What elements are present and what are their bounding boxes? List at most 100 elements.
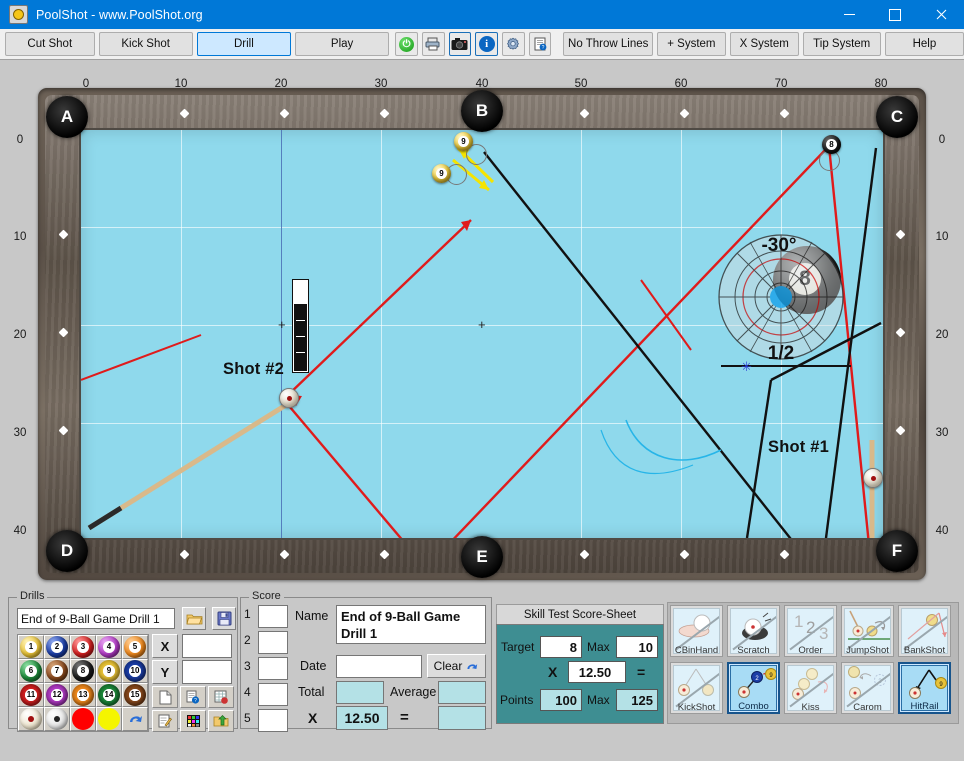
ball-1[interactable]: 1 bbox=[18, 635, 44, 659]
ball-13[interactable]: 13 bbox=[70, 683, 96, 707]
y-coord-input[interactable] bbox=[182, 660, 232, 684]
pool-table[interactable]: + + 9 9 8 -30° 1/2 ✳ Shot #2 Shot #1 A B… bbox=[38, 88, 926, 580]
eight-ball-corner[interactable]: 8 bbox=[822, 135, 841, 154]
target-max-input[interactable]: 10 bbox=[616, 636, 658, 658]
print-icon[interactable] bbox=[421, 32, 445, 56]
no-throw-lines-label: No Throw Lines bbox=[568, 38, 649, 50]
x-coord-input[interactable] bbox=[182, 634, 232, 658]
drill-name-input[interactable]: End of 9-Ball Game Drill 1 bbox=[17, 608, 175, 629]
date-input[interactable] bbox=[336, 655, 422, 678]
camera-icon[interactable] bbox=[448, 32, 472, 56]
tab-kick-shot[interactable]: Kick Shot bbox=[98, 32, 193, 56]
target-input[interactable]: 8 bbox=[540, 636, 582, 658]
red-spot-swatch[interactable] bbox=[70, 707, 96, 731]
edit-note-icon[interactable] bbox=[152, 710, 178, 732]
aim-wheel-overlay[interactable]: -30° 1/2 ✳ bbox=[701, 225, 861, 375]
minimize-button[interactable] bbox=[826, 0, 872, 29]
tab-play[interactable]: Play bbox=[295, 32, 390, 56]
cb-in-hand-button[interactable]: CBinHand bbox=[670, 605, 723, 657]
tab-drill[interactable]: Drill bbox=[196, 32, 291, 56]
main-toolbar: Cut Shot Kick Shot Drill Play ⏻ i ? No T… bbox=[0, 29, 964, 60]
x-system-button[interactable]: X System bbox=[729, 32, 799, 56]
maximize-button[interactable] bbox=[872, 0, 918, 29]
yellow-spot-swatch[interactable] bbox=[96, 707, 122, 731]
folder-open-icon[interactable] bbox=[182, 607, 206, 630]
clear-button[interactable]: Clear bbox=[427, 654, 486, 678]
ball-3[interactable]: 3 bbox=[70, 635, 96, 659]
help-document-icon[interactable]: ? bbox=[528, 32, 552, 56]
pocket-e[interactable]: E bbox=[461, 536, 503, 578]
pocket-a[interactable]: A bbox=[46, 96, 88, 138]
folder-export-icon[interactable] bbox=[208, 710, 234, 732]
help-button[interactable]: Help bbox=[884, 32, 964, 56]
table-report-icon[interactable] bbox=[208, 686, 234, 708]
ball-11[interactable]: 11 bbox=[18, 683, 44, 707]
shot-1-label: Shot #1 bbox=[768, 438, 829, 456]
ghost-ball-swatch[interactable] bbox=[44, 707, 70, 731]
combo-button[interactable]: 29 Combo bbox=[727, 662, 780, 714]
cue-ball-shot-1[interactable] bbox=[863, 468, 883, 488]
no-throw-lines-button[interactable]: No Throw Lines bbox=[563, 32, 653, 56]
ball-palette[interactable]: 1 2 3 4 5 6 7 8 9 10 11 12 13 14 15 bbox=[17, 634, 149, 732]
carom-button[interactable]: 3 Carom bbox=[841, 662, 894, 714]
score-multiply-label: X bbox=[308, 710, 318, 726]
tab-kick-shot-label: Kick Shot bbox=[121, 38, 170, 50]
bank-shot-button[interactable]: BankShot bbox=[898, 605, 951, 657]
english-spin-bar[interactable] bbox=[292, 279, 309, 373]
target-label: Target bbox=[501, 640, 535, 654]
score-multiplier-input[interactable]: 12.50 bbox=[336, 706, 388, 730]
help-page-icon[interactable]: ? bbox=[180, 686, 206, 708]
hit-rail-button[interactable]: 9 HitRail bbox=[898, 662, 951, 714]
bank-shot-label: BankShot bbox=[903, 644, 946, 656]
score-row-3-input[interactable] bbox=[258, 657, 288, 680]
tab-play-label: Play bbox=[330, 38, 354, 50]
kick-shot-button[interactable]: KickShot bbox=[670, 662, 723, 714]
cyan-helper-path-2 bbox=[600, 429, 694, 475]
ball-4[interactable]: 4 bbox=[96, 635, 122, 659]
ball-15[interactable]: 15 bbox=[122, 683, 148, 707]
info-icon[interactable]: i bbox=[475, 32, 499, 56]
pocket-c[interactable]: C bbox=[876, 96, 918, 138]
score-row-5-input[interactable] bbox=[258, 709, 288, 732]
ball-10[interactable]: 10 bbox=[122, 659, 148, 683]
order-button[interactable]: 123 Order bbox=[784, 605, 837, 657]
pocket-b[interactable]: B bbox=[461, 90, 503, 132]
tip-system-button[interactable]: Tip System bbox=[802, 32, 881, 56]
pocket-f[interactable]: F bbox=[876, 530, 918, 572]
floppy-save-icon[interactable] bbox=[212, 607, 236, 630]
settings-gear-icon[interactable] bbox=[502, 32, 525, 56]
power-icon[interactable]: ⏻ bbox=[395, 32, 418, 56]
close-button[interactable] bbox=[918, 0, 964, 29]
ball-2[interactable]: 2 bbox=[44, 635, 70, 659]
color-palette-icon[interactable] bbox=[180, 710, 206, 732]
ball-6[interactable]: 6 bbox=[18, 659, 44, 683]
skill-multiplier-input[interactable]: 12.50 bbox=[568, 661, 626, 683]
window-controls bbox=[826, 0, 964, 29]
drill-title-input[interactable]: End of 9-Ball Game Drill 1 bbox=[336, 605, 486, 644]
score-row-2-input[interactable] bbox=[258, 631, 288, 654]
score-row-4-input[interactable] bbox=[258, 683, 288, 706]
undo-arrow-icon[interactable] bbox=[122, 707, 148, 731]
ball-12[interactable]: 12 bbox=[44, 683, 70, 707]
new-page-icon[interactable] bbox=[152, 686, 178, 708]
points-label: Points bbox=[500, 693, 534, 707]
tab-cut-shot[interactable]: Cut Shot bbox=[5, 32, 95, 56]
scratch-button[interactable]: Scratch bbox=[727, 605, 780, 657]
score-row-1-input[interactable] bbox=[258, 605, 288, 628]
jump-shot-button[interactable]: JumpShot bbox=[841, 605, 894, 657]
shot-2-label: Shot #2 bbox=[223, 360, 284, 378]
cue-ball-shot-2[interactable] bbox=[279, 388, 299, 408]
pocket-d[interactable]: D bbox=[46, 530, 88, 572]
ball-9[interactable]: 9 bbox=[96, 659, 122, 683]
ball-8[interactable]: 8 bbox=[70, 659, 96, 683]
cue-ball-swatch[interactable] bbox=[18, 707, 44, 731]
nine-ball-upper[interactable]: 9 bbox=[454, 132, 473, 151]
table-felt[interactable]: + + 9 9 8 -30° 1/2 ✳ Shot #2 Shot #1 bbox=[81, 130, 883, 538]
kiss-button[interactable]: Kiss bbox=[784, 662, 837, 714]
nine-ball-lower[interactable]: 9 bbox=[432, 164, 451, 183]
pool-table-area[interactable]: 0 10 20 30 40 50 60 70 80 0 10 20 30 40 … bbox=[0, 60, 964, 592]
ball-14[interactable]: 14 bbox=[96, 683, 122, 707]
plus-system-button[interactable]: + System bbox=[656, 32, 726, 56]
ball-5[interactable]: 5 bbox=[122, 635, 148, 659]
ball-7[interactable]: 7 bbox=[44, 659, 70, 683]
